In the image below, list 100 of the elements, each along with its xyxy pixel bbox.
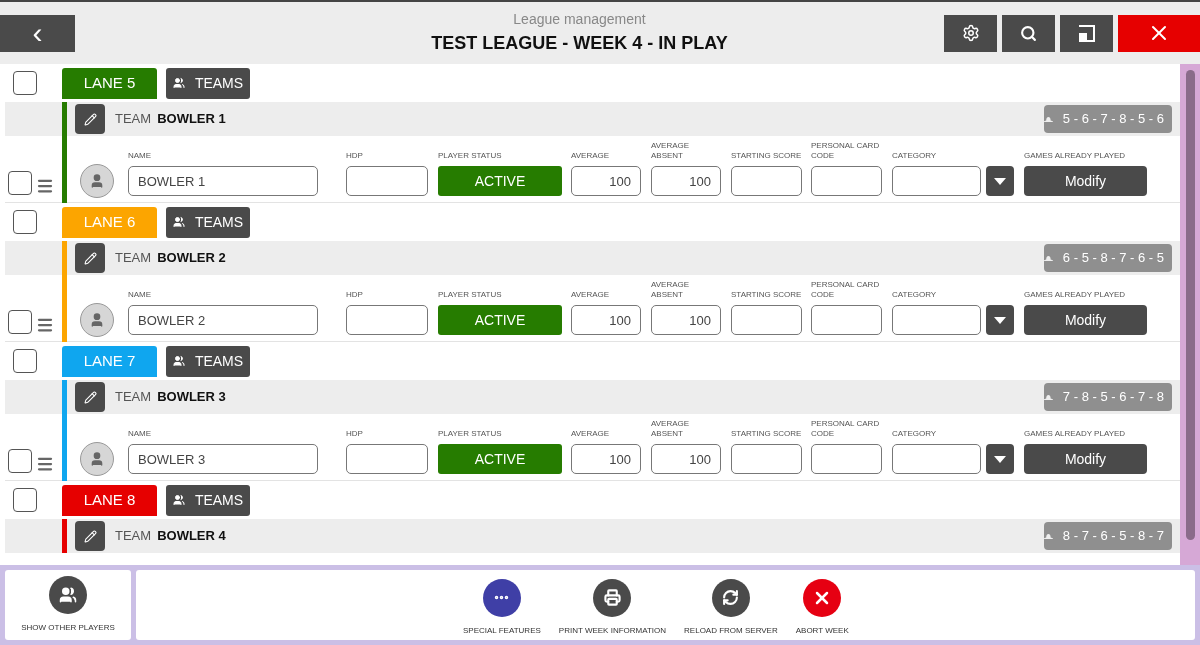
teams-button[interactable]: TEAMS: [166, 206, 250, 238]
scrollbar[interactable]: [1180, 64, 1200, 565]
caret-icon: [994, 455, 1006, 463]
text-field[interactable]: [731, 305, 802, 335]
edit-button[interactable]: [75, 104, 105, 134]
restore-window-icon: [1078, 24, 1095, 42]
field-label: HDP: [346, 290, 363, 300]
field-label: AVERAGE ABSENT: [651, 280, 691, 300]
field-label: CATEGORY: [892, 151, 937, 161]
field-label: HDP: [346, 429, 363, 439]
hat-icon: [1044, 115, 1053, 123]
caret-icon: [994, 316, 1006, 324]
text-field[interactable]: BOWLER 2: [128, 305, 318, 335]
text-field[interactable]: [731, 166, 802, 196]
lane-label: LANE 7: [62, 345, 157, 377]
modify-button[interactable]: Modify: [1024, 305, 1147, 335]
checkbox[interactable]: [13, 71, 37, 95]
dropdown-button[interactable]: [986, 166, 1014, 196]
lane-label: LANE 8: [62, 484, 157, 516]
text-field[interactable]: [346, 444, 428, 474]
pencil-icon: [83, 112, 97, 126]
field-label: PERSONAL CARD CODE: [811, 141, 881, 161]
user-icon: [89, 312, 105, 328]
modify-button[interactable]: Modify: [1024, 166, 1147, 196]
text-field[interactable]: [811, 305, 882, 335]
checkbox[interactable]: [8, 310, 32, 334]
printer-icon: [603, 589, 621, 606]
text-field[interactable]: [346, 166, 428, 196]
action-button[interactable]: RELOAD FROM SERVER: [684, 573, 778, 637]
field-label: NAME: [128, 290, 152, 300]
drag-handle-icon[interactable]: [36, 455, 54, 473]
status-button[interactable]: ACTIVE: [438, 444, 562, 474]
checkbox[interactable]: [13, 349, 37, 373]
edit-button[interactable]: [75, 382, 105, 412]
search-icon: [1020, 24, 1037, 42]
status-button[interactable]: ACTIVE: [438, 305, 562, 335]
text-field[interactable]: [731, 444, 802, 474]
number-field[interactable]: 100: [571, 444, 641, 474]
page-title: TEST LEAGUE - WEEK 4 - IN PLAY: [431, 32, 728, 55]
show-other-players-button[interactable]: SHOW OTHER PLAYERS: [5, 570, 131, 640]
edit-button[interactable]: [75, 521, 105, 551]
text-field[interactable]: [811, 166, 882, 196]
checkbox[interactable]: [8, 449, 32, 473]
settings-icon: [961, 24, 980, 42]
field-label: AVERAGE ABSENT: [651, 419, 691, 439]
action-button[interactable]: ABORT WEEK: [795, 573, 849, 637]
close-button[interactable]: [1118, 14, 1200, 52]
team-name: BOWLER 1: [157, 110, 226, 129]
back-button[interactable]: ‹: [0, 14, 75, 52]
field-label: GAMES ALREADY PLAYED: [1024, 290, 1126, 300]
field-label: GAMES ALREADY PLAYED: [1024, 151, 1126, 161]
hat-icon: [1044, 532, 1053, 540]
text-field[interactable]: [811, 444, 882, 474]
window-button[interactable]: [1060, 14, 1113, 52]
field-label: CATEGORY: [892, 290, 937, 300]
field-label: STARTING SCORE: [731, 429, 802, 439]
settings-button[interactable]: [944, 14, 997, 52]
drag-handle-icon[interactable]: [36, 316, 54, 334]
text-field[interactable]: [346, 305, 428, 335]
number-field[interactable]: 100: [571, 305, 641, 335]
category-field[interactable]: [892, 444, 981, 474]
number-field[interactable]: 100: [651, 305, 721, 335]
number-field[interactable]: 100: [651, 444, 721, 474]
teams-button[interactable]: TEAMS: [166, 67, 250, 99]
pencil-icon: [83, 390, 97, 404]
action-button[interactable]: PRINT WEEK INFORMATION: [558, 573, 667, 637]
teams-button[interactable]: TEAMS: [166, 484, 250, 516]
checkbox[interactable]: [13, 210, 37, 234]
field-label: AVERAGE: [571, 151, 610, 161]
modify-button[interactable]: Modify: [1024, 444, 1147, 474]
field-label: PLAYER STATUS: [438, 429, 502, 439]
caret-icon: [994, 177, 1006, 185]
team-name: BOWLER 3: [157, 388, 226, 407]
user-icon: [89, 173, 105, 189]
dropdown-button[interactable]: [986, 305, 1014, 335]
users-icon: [172, 216, 185, 228]
lane-sequence-badge: 6 - 5 - 8 - 7 - 6 - 5: [1044, 244, 1172, 272]
drag-handle-icon[interactable]: [36, 177, 54, 195]
number-field[interactable]: 100: [571, 166, 641, 196]
team-prefix: TEAM: [115, 249, 152, 268]
status-button[interactable]: ACTIVE: [438, 166, 562, 196]
edit-button[interactable]: [75, 243, 105, 273]
checkbox[interactable]: [8, 171, 32, 195]
field-label: PLAYER STATUS: [438, 151, 502, 161]
text-field[interactable]: BOWLER 3: [128, 444, 318, 474]
checkbox[interactable]: [13, 488, 37, 512]
dropdown-button[interactable]: [986, 444, 1014, 474]
number-field[interactable]: 100: [651, 166, 721, 196]
team-prefix: TEAM: [115, 527, 152, 546]
search-button[interactable]: [1002, 14, 1055, 52]
users-icon: [172, 77, 185, 89]
teams-button[interactable]: TEAMS: [166, 345, 250, 377]
text-field[interactable]: BOWLER 1: [128, 166, 318, 196]
lane-label: LANE 5: [62, 67, 157, 99]
action-button[interactable]: SPECIAL FEATURES: [463, 573, 541, 637]
user-icon: [89, 451, 105, 467]
category-field[interactable]: [892, 166, 981, 196]
hat-icon: [1044, 254, 1053, 262]
team-prefix: TEAM: [115, 388, 152, 407]
category-field[interactable]: [892, 305, 981, 335]
